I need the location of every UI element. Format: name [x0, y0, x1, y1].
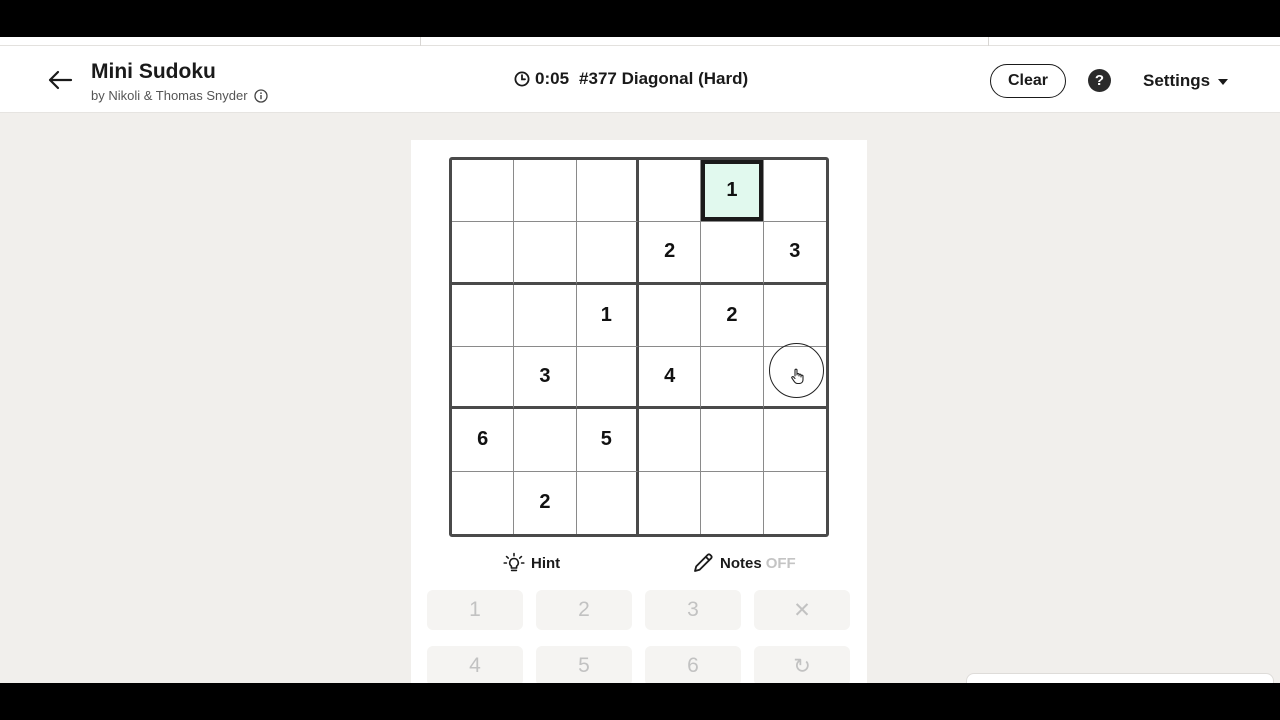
cell-value: 1: [600, 303, 612, 326]
grid-cell-r2-c5[interactable]: [701, 222, 764, 285]
grid-cell-r5-c5[interactable]: [701, 409, 764, 472]
puzzle-label: #377 Diagonal (Hard): [579, 69, 749, 88]
clear-button[interactable]: Clear: [990, 64, 1066, 98]
corner-panel: [966, 673, 1274, 683]
grid-cell-r6-c1[interactable]: [452, 471, 515, 534]
grid-cell-r5-c6[interactable]: [763, 409, 826, 472]
grid-cell-r1-c5[interactable]: 1: [701, 160, 764, 223]
help-button[interactable]: ?: [1088, 69, 1111, 92]
sudoku-grid: 1 2 3 1 2 3 4 6 5 2: [449, 157, 829, 537]
grid-cell-r6-c3[interactable]: [577, 471, 639, 534]
key-4[interactable]: 4: [427, 646, 523, 683]
key-1[interactable]: 1: [427, 590, 523, 630]
back-button[interactable]: [46, 66, 74, 94]
grid-cell-r4-c4[interactable]: 4: [638, 346, 702, 410]
grid-cell-r1-c2[interactable]: [514, 160, 577, 223]
grid-cell-r4-c1[interactable]: [452, 346, 515, 410]
info-icon[interactable]: [253, 88, 268, 103]
grid-cell-r6-c2[interactable]: 2: [514, 471, 577, 534]
grid-cell-r2-c2[interactable]: [514, 222, 577, 285]
grid-cell-r3-c1[interactable]: [452, 284, 515, 347]
grid-cell-r1-c6[interactable]: [763, 160, 826, 223]
cell-value: 3: [539, 365, 551, 388]
grid-cell-r6-c4[interactable]: [639, 471, 702, 534]
grid-cell-r3-c4[interactable]: [638, 284, 702, 347]
grid-cell-r3-c2[interactable]: [514, 284, 577, 347]
caret-down-icon: [1218, 79, 1229, 85]
settings-dropdown[interactable]: Settings: [1143, 71, 1229, 91]
arrow-left-icon: [48, 70, 73, 90]
cell-value: 5: [600, 428, 612, 451]
tool-bar: Hint Notes OFF: [449, 552, 829, 582]
grid-cell-r4-c6[interactable]: [763, 347, 826, 410]
tab-divider: [420, 37, 421, 46]
grid-cell-r3-c6[interactable]: [763, 285, 826, 347]
grid-cell-r3-c3[interactable]: 1: [576, 284, 639, 347]
grid-cell-r5-c4[interactable]: [638, 409, 702, 472]
notes-toggle[interactable]: Notes OFF: [692, 552, 796, 574]
clock-icon: [514, 71, 530, 87]
key-3[interactable]: 3: [645, 590, 741, 630]
key-6[interactable]: 6: [645, 646, 741, 683]
undo-key-rotate-icon[interactable]: ↻: [754, 646, 850, 683]
byline-text: by Nikoli & Thomas Snyder: [91, 88, 248, 103]
grid-cell-r4-c2[interactable]: 3: [514, 346, 577, 410]
grid-cell-r1-c4[interactable]: [638, 160, 702, 223]
grid-cell-r5-c2[interactable]: [514, 409, 577, 472]
lightbulb-icon: [503, 552, 525, 572]
timer: 0:05: [535, 69, 570, 88]
tab-divider: [988, 37, 989, 46]
cell-value: 6: [477, 428, 489, 451]
erase-key-x-icon[interactable]: ✕: [754, 590, 850, 630]
cell-value: 2: [726, 303, 738, 326]
grid-cell-r5-c3[interactable]: 5: [576, 409, 639, 472]
key-5[interactable]: 5: [536, 646, 632, 683]
settings-label: Settings: [1143, 71, 1211, 90]
grid-cell-r1-c3[interactable]: [576, 160, 639, 223]
notes-state: OFF: [765, 554, 796, 572]
notes-label: Notes: [720, 554, 762, 572]
pencil-icon: [694, 553, 713, 572]
key-2[interactable]: 2: [536, 590, 632, 630]
cell-value: 4: [664, 365, 676, 388]
board-card: 1231234652 Hint Notes OFF 1 2 3 ✕ 4 5 6 …: [411, 140, 867, 683]
title-block: Mini Sudoku by Nikoli & Thomas Snyder: [91, 60, 268, 103]
grid-cell-r5-c1[interactable]: 6: [452, 409, 515, 472]
puzzle-info: 0:05 #377 Diagonal (Hard): [514, 69, 748, 89]
question-mark-icon: ?: [1094, 72, 1105, 89]
byline: by Nikoli & Thomas Snyder: [91, 88, 268, 103]
hint-label: Hint: [531, 554, 561, 572]
grid-cell-r2-c1[interactable]: [452, 222, 515, 285]
game-header: Mini Sudoku by Nikoli & Thomas Snyder 0:…: [0, 46, 1280, 113]
grid-cell-r4-c3[interactable]: [576, 346, 639, 410]
cell-value: 2: [664, 240, 676, 263]
grid-cell-r3-c5[interactable]: 2: [701, 284, 764, 347]
grid-cell-r1-c1[interactable]: [452, 160, 515, 223]
grid-cell-r6-c6[interactable]: [764, 472, 826, 534]
game-title: Mini Sudoku: [91, 60, 216, 83]
grid-cell-r2-c4[interactable]: 2: [638, 222, 702, 285]
grid-cell-r2-c6[interactable]: 3: [763, 222, 826, 285]
grid-cell-r4-c5[interactable]: [701, 346, 764, 410]
cell-value: 2: [539, 491, 551, 514]
top-tab-strip: [0, 37, 1280, 46]
grid-cell-r6-c5[interactable]: [701, 471, 764, 534]
cell-value: 3: [789, 240, 801, 263]
cell-value: 1: [726, 179, 738, 202]
grid-cell-r2-c3[interactable]: [576, 222, 639, 285]
game-viewport: Mini Sudoku by Nikoli & Thomas Snyder 0:…: [0, 37, 1280, 683]
hint-button[interactable]: Hint: [503, 552, 560, 574]
